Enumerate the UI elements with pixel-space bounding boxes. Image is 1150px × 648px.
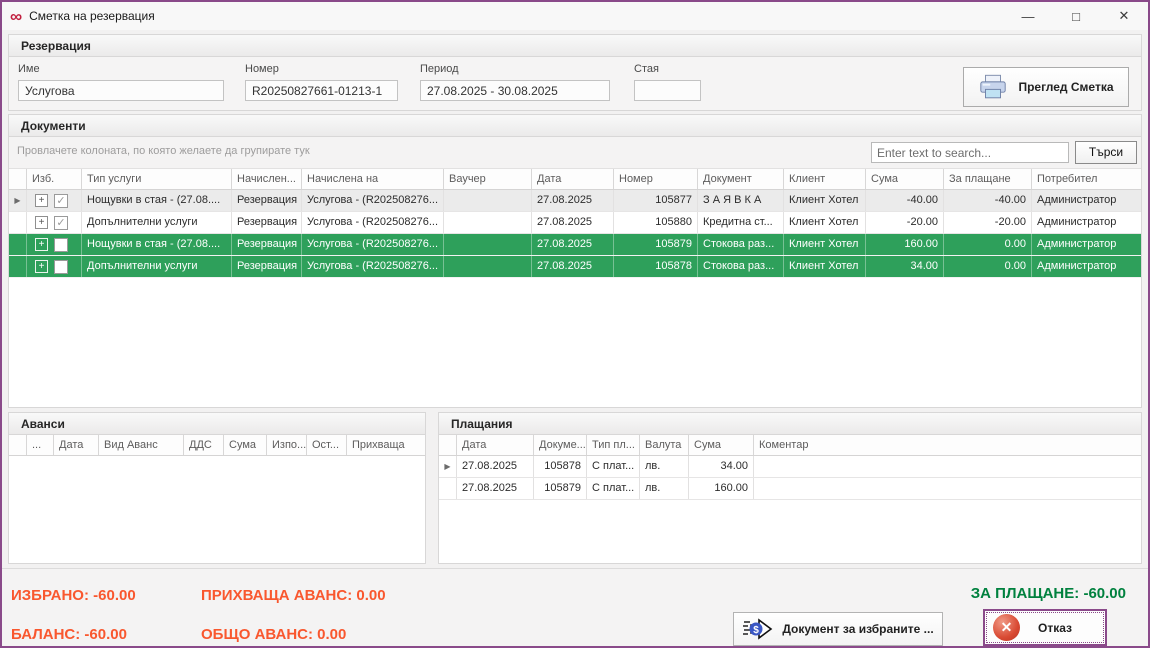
expand-icon[interactable]: + <box>35 216 48 229</box>
printer-icon <box>978 74 1008 101</box>
name-label: Име <box>18 63 40 75</box>
close-icon[interactable]: ✕ <box>1100 2 1148 30</box>
advances-grid-header[interactable]: ... Дата Вид Аванс ДДС Сума Изпо... Ост.… <box>9 435 425 456</box>
number-field[interactable] <box>245 80 398 101</box>
payments-panel: Плащания Дата Докуме... Тип пл... Валута… <box>438 412 1142 564</box>
documents-panel: Документи Провлачете колоната, по която … <box>8 114 1142 408</box>
row-checkbox-checked[interactable]: ✓ <box>54 194 68 208</box>
app-logo-icon: ∞ <box>10 8 22 25</box>
documents-grid-header[interactable]: Изб. Тип услуги Начислен... Начислена на… <box>9 169 1141 190</box>
room-label: Стая <box>634 63 659 75</box>
number-label: Номер <box>245 63 279 75</box>
payment-row[interactable]: ▶ 27.08.2025 105878 С плат... лв. 34.00 <box>439 456 1141 478</box>
document-arrow-icon: $ <box>742 617 774 641</box>
preview-bill-label: Преглед Сметка <box>1018 80 1113 94</box>
reservation-bill-window: ∞ Сметка на резервация — □ ✕ Резервация … <box>0 0 1150 648</box>
documents-grid: Изб. Тип услуги Начислен... Начислена на… <box>9 169 1141 278</box>
selected-total: ИЗБРАНО: -60.00 <box>11 587 136 604</box>
row-checkbox-unchecked[interactable] <box>54 260 68 274</box>
document-for-selected-label: Документ за избраните ... <box>782 622 933 636</box>
expand-icon[interactable]: + <box>35 238 48 251</box>
expand-icon[interactable]: + <box>35 194 48 207</box>
document-row[interactable]: + ✓ Допълнителни услуги Резервация Услуг… <box>9 212 1141 234</box>
row-checkbox-checked[interactable]: ✓ <box>54 216 68 230</box>
cancel-label: Отказ <box>1038 621 1072 635</box>
preview-bill-button[interactable]: Преглед Сметка <box>963 67 1129 107</box>
expand-icon[interactable]: + <box>35 260 48 273</box>
document-row-paid[interactable]: + Допълнителни услуги Резервация Услугов… <box>9 256 1141 278</box>
total-advance: ОБЩО АВАНС: 0.00 <box>201 626 346 643</box>
minimize-icon[interactable]: — <box>1004 2 1052 30</box>
name-field[interactable] <box>18 80 224 101</box>
documents-panel-header: Документи <box>9 115 1141 137</box>
window-controls: — □ ✕ <box>1004 2 1148 30</box>
search-button[interactable]: Търси <box>1075 141 1137 164</box>
row-checkbox-unchecked[interactable] <box>54 238 68 252</box>
period-field[interactable] <box>420 80 610 101</box>
maximize-icon[interactable]: □ <box>1052 2 1100 30</box>
search-input[interactable] <box>871 142 1069 163</box>
room-field[interactable] <box>634 80 701 101</box>
payments-grid-header[interactable]: Дата Докуме... Тип пл... Валута Сума Ком… <box>439 435 1141 456</box>
group-by-hint: Провлачете колоната, по която желаете да… <box>17 145 310 157</box>
offset-advance-total: ПРИХВАЩА АВАНС: 0.00 <box>201 587 386 604</box>
advances-panel: Аванси ... Дата Вид Аванс ДДС Сума Изпо.… <box>8 412 426 564</box>
document-row[interactable]: ▶ + ✓ Нощувки в стая - (27.08.... Резерв… <box>9 190 1141 212</box>
document-for-selected-button[interactable]: $ Документ за избраните ... <box>733 612 943 646</box>
row-indicator-icon: ▶ <box>9 190 27 211</box>
document-row-paid[interactable]: + Нощувки в стая - (27.08.... Резервация… <box>9 234 1141 256</box>
period-label: Период <box>420 63 459 75</box>
cancel-x-icon: ✕ <box>993 614 1020 641</box>
payments-panel-header: Плащания <box>439 413 1141 435</box>
svg-text:$: $ <box>754 625 760 636</box>
cancel-button[interactable]: ✕ Отказ <box>983 609 1107 646</box>
row-indicator-icon: ▶ <box>439 456 457 477</box>
window-title: Сметка на резервация <box>29 9 155 23</box>
footer-summary: ИЗБРАНО: -60.00 ПРИХВАЩА АВАНС: 0.00 БАЛ… <box>2 568 1148 646</box>
titlebar: ∞ Сметка на резервация — □ ✕ <box>2 2 1148 30</box>
group-by-bar[interactable]: Провлачете колоната, по която желаете да… <box>9 137 1141 169</box>
balance-total: БАЛАНС: -60.00 <box>11 626 127 643</box>
reservation-panel-header: Резервация <box>9 35 1141 57</box>
payment-row[interactable]: 27.08.2025 105879 С плат... лв. 160.00 <box>439 478 1141 500</box>
advances-panel-header: Аванси <box>9 413 425 435</box>
reservation-panel: Резервация Име Номер Период Стая Преглед… <box>8 34 1142 111</box>
to-pay-total: ЗА ПЛАЩАНЕ: -60.00 <box>971 585 1126 602</box>
